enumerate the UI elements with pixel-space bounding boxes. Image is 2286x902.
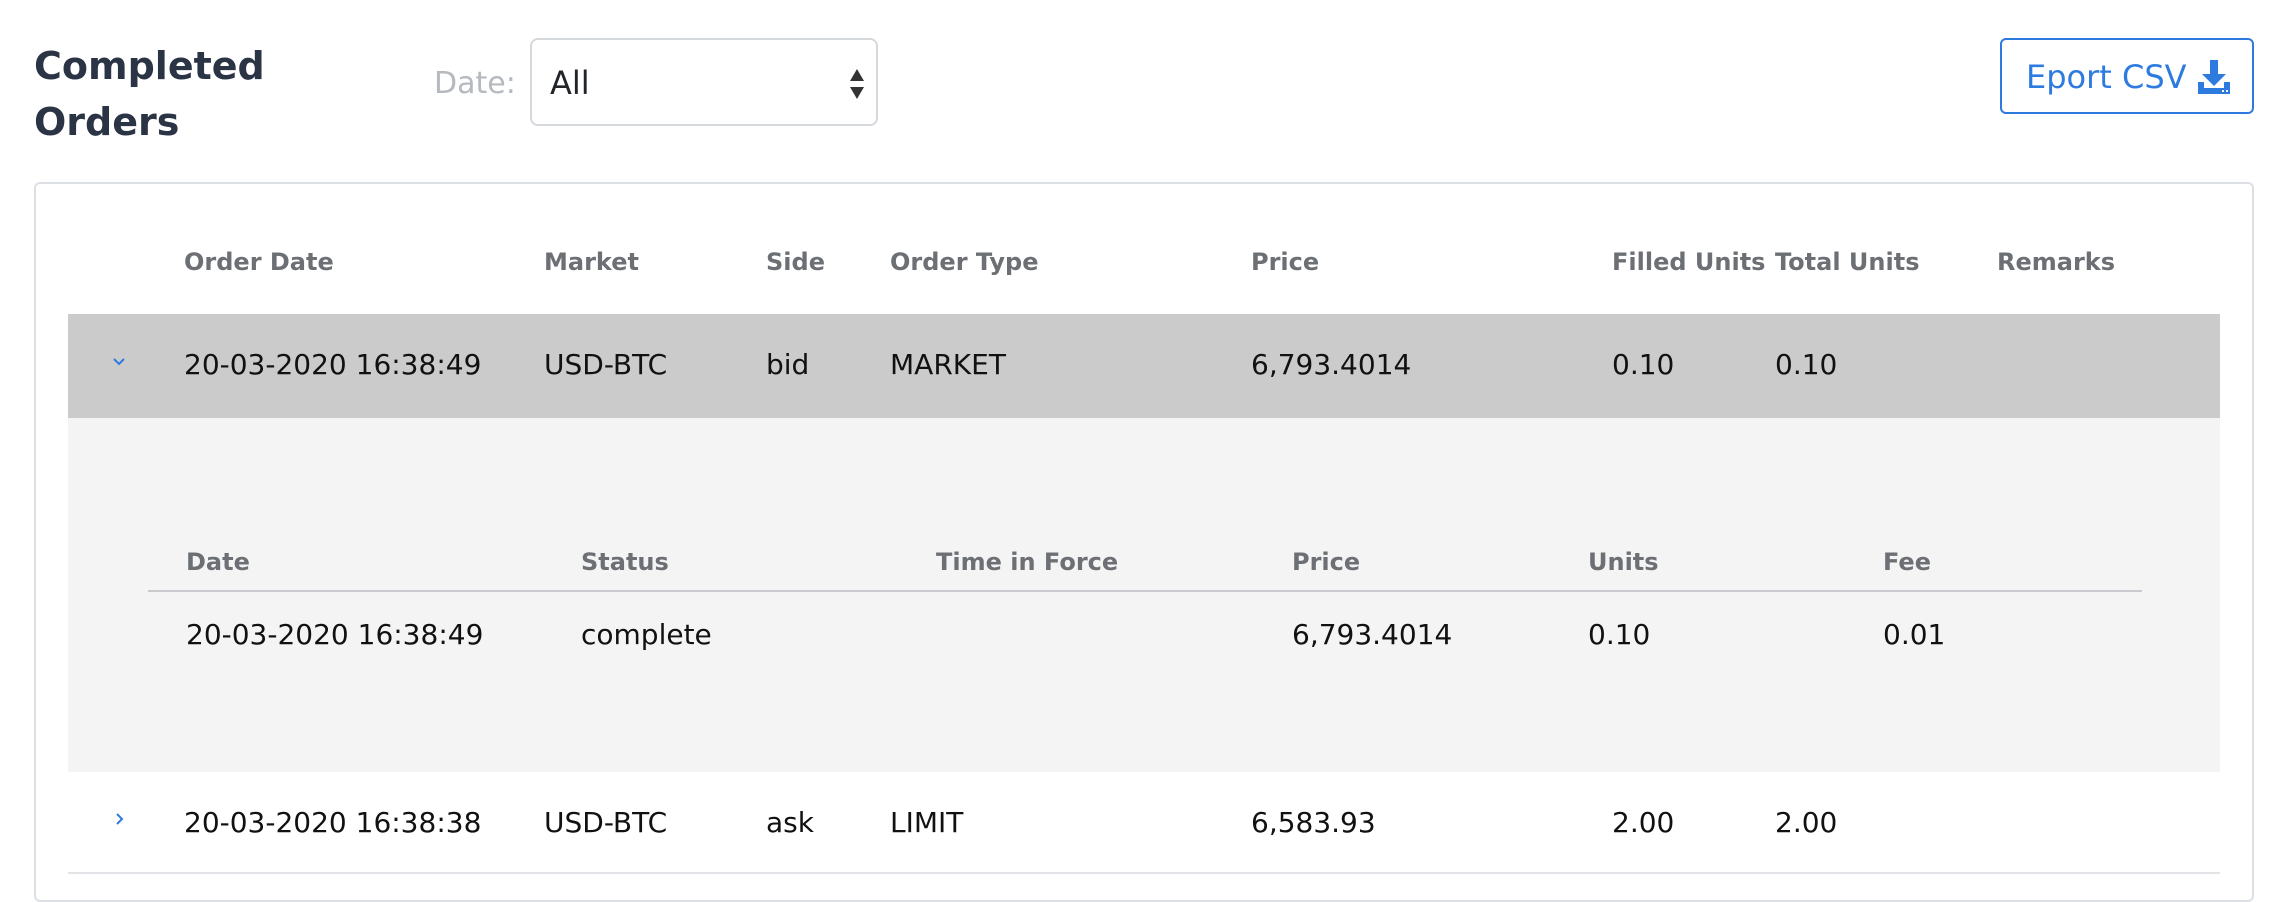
detail-header-row: Date Status Time in Force Price Units Fe…: [148, 528, 2142, 592]
chevron-down-icon[interactable]: [110, 352, 128, 370]
export-csv-button[interactable]: Eport CSV: [2000, 38, 2254, 114]
detail-status-cell: complete: [581, 618, 712, 651]
market-cell: USD-BTC: [544, 348, 668, 381]
filled-units-cell: 2.00: [1612, 806, 1675, 839]
detail-fee-cell: 0.01: [1883, 618, 1946, 651]
header-order-date: Order Date: [184, 248, 334, 276]
detail-units-cell: 0.10: [1588, 618, 1651, 651]
date-filter-label: Date:: [434, 66, 516, 101]
export-csv-label: Eport CSV: [2026, 58, 2187, 96]
detail-header-time-in-force: Time in Force: [936, 548, 1119, 576]
select-arrows-icon: [850, 69, 864, 99]
order-type-cell: LIMIT: [890, 806, 964, 839]
header-remarks: Remarks: [1997, 248, 2116, 276]
order-date-cell: 20-03-2020 16:38:49: [184, 348, 482, 381]
total-units-cell: 2.00: [1775, 806, 1838, 839]
header-market: Market: [544, 248, 639, 276]
detail-header-date: Date: [186, 548, 250, 576]
price-cell: 6,793.4014: [1251, 348, 1412, 381]
table-row[interactable]: 20-03-2020 16:38:49 USD-BTC bid MARKET 6…: [68, 314, 2220, 418]
filled-units-cell: 0.10: [1612, 348, 1675, 381]
header-price: Price: [1251, 248, 1320, 276]
detail-header-units: Units: [1588, 548, 1659, 576]
total-units-cell: 0.10: [1775, 348, 1838, 381]
side-cell: ask: [766, 806, 814, 839]
order-type-cell: MARKET: [890, 348, 1006, 381]
table-row[interactable]: 20-03-2020 16:38:38 USD-BTC ask LIMIT 6,…: [68, 772, 2220, 876]
chevron-right-icon[interactable]: [110, 810, 128, 828]
detail-header-price: Price: [1292, 548, 1361, 576]
price-cell: 6,583.93: [1251, 806, 1376, 839]
header-order-type: Order Type: [890, 248, 1039, 276]
header-side: Side: [766, 248, 825, 276]
page-title: Completed Orders: [34, 44, 265, 144]
detail-price-cell: 6,793.4014: [1292, 618, 1453, 651]
row-divider: [68, 872, 2220, 874]
detail-header-fee: Fee: [1883, 548, 1931, 576]
date-filter-select[interactable]: All: [530, 38, 878, 126]
date-filter-value: All: [550, 64, 590, 102]
side-cell: bid: [766, 348, 810, 381]
header-total-units: Total Units: [1775, 248, 1920, 276]
order-date-cell: 20-03-2020 16:38:38: [184, 806, 482, 839]
market-cell: USD-BTC: [544, 806, 668, 839]
detail-date-cell: 20-03-2020 16:38:49: [186, 618, 484, 651]
table-header-row: Order Date Market Side Order Type Price …: [68, 216, 2220, 316]
order-detail-panel: Date Status Time in Force Price Units Fe…: [68, 418, 2220, 772]
download-icon: [2198, 60, 2230, 94]
detail-row: 20-03-2020 16:38:49 complete 6,793.4014 …: [148, 608, 2142, 668]
header-filled-units: Filled Units: [1612, 248, 1766, 276]
detail-header-status: Status: [581, 548, 669, 576]
